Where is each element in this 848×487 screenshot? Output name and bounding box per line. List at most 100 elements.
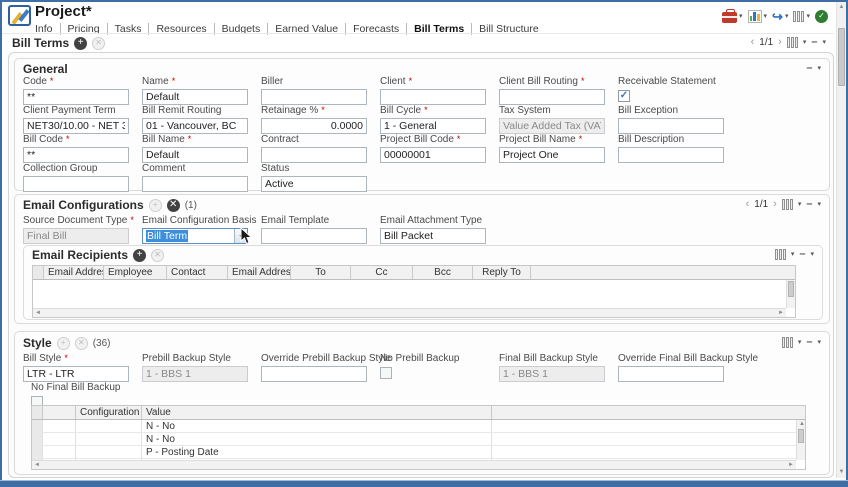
email-recipients-vertical-scrollbar[interactable] — [786, 280, 795, 308]
column-header-contact[interactable]: Contact — [167, 266, 228, 279]
column-header-to[interactable]: To — [291, 266, 351, 279]
scrollbar-thumb[interactable] — [798, 429, 804, 443]
add-style-button[interactable]: + — [57, 337, 70, 350]
scroll-right-icon[interactable]: ► — [776, 309, 786, 318]
collapse-icon[interactable]: – — [811, 37, 817, 48]
caret-down-icon[interactable]: ▾ — [798, 339, 802, 346]
email-configurations-section: Email Configurations + ✕ (1) ‹ 1/1 › ▾ –… — [14, 194, 830, 324]
delete-style-button[interactable]: ✕ — [75, 337, 88, 350]
scroll-right-icon[interactable]: ► — [786, 461, 796, 470]
override-prebill-backup-style-input[interactable] — [261, 366, 367, 382]
green-check-icon[interactable]: ✓ — [815, 10, 828, 23]
delete-email-recipient-button[interactable]: ✕ — [151, 249, 164, 262]
scrollbar-thumb[interactable] — [788, 281, 794, 297]
column-header-value[interactable]: Value — [142, 406, 492, 419]
column-header-email-address-type[interactable]: Email Address Type — [44, 266, 104, 279]
bill-code-input[interactable] — [23, 147, 129, 163]
biller-input[interactable] — [261, 89, 367, 105]
row-selector[interactable] — [32, 433, 43, 445]
project-bill-name-input[interactable] — [499, 147, 605, 163]
retainage-input[interactable] — [261, 118, 367, 134]
bill-cycle-input[interactable] — [380, 118, 486, 134]
column-header-cc[interactable]: Cc — [351, 266, 413, 279]
column-header-email-address[interactable]: Email Address — [228, 266, 291, 279]
receivable-statement-checkbox[interactable]: ✓ — [618, 90, 630, 102]
column-header-reply-to[interactable]: Reply To — [473, 266, 531, 279]
scroll-up-icon[interactable]: ▲ — [837, 3, 846, 12]
columns-icon[interactable] — [787, 37, 798, 48]
caret-down-icon[interactable]: ▾ — [798, 201, 802, 208]
column-header-employee[interactable]: Employee — [104, 266, 167, 279]
bill-remit-routing-input[interactable] — [142, 118, 248, 134]
comment-input[interactable] — [142, 176, 248, 192]
override-final-bill-backup-style-input[interactable] — [618, 366, 724, 382]
value-cell[interactable]: P - Posting Date — [142, 446, 492, 458]
name-input[interactable] — [142, 89, 248, 105]
collection-group-input[interactable] — [23, 176, 129, 192]
prev-page-icon[interactable]: ‹ — [746, 199, 750, 210]
style-grid-horizontal-scrollbar[interactable]: ◄ ► — [32, 460, 796, 469]
field-collection-group: Collection Group — [23, 163, 129, 192]
client-input[interactable] — [380, 89, 486, 105]
no-prebill-backup-checkbox[interactable] — [380, 367, 392, 379]
code-input[interactable] — [23, 89, 129, 105]
table-row[interactable]: N - No — [32, 433, 805, 446]
email-template-input[interactable] — [261, 228, 367, 244]
caret-down-icon[interactable]: ▾ — [817, 201, 821, 208]
add-email-configuration-button[interactable]: + — [149, 199, 162, 212]
collapse-icon[interactable]: – — [799, 249, 805, 260]
project-bill-code-input[interactable] — [380, 147, 486, 163]
bill-description-input[interactable] — [618, 147, 724, 163]
email-recipients-horizontal-scrollbar[interactable]: ◄ ► — [33, 308, 786, 317]
table-row[interactable]: P - Posting Date — [32, 446, 805, 459]
chart-menu[interactable]: ▾ — [748, 10, 768, 23]
row-selector[interactable] — [32, 420, 43, 432]
columns-icon[interactable] — [782, 337, 793, 348]
add-bill-term-button[interactable]: + — [74, 37, 87, 50]
caret-down-icon[interactable]: ▾ — [817, 339, 821, 346]
navigate-menu[interactable]: ↪ ▾ — [772, 10, 788, 23]
scroll-left-icon[interactable]: ◄ — [32, 461, 42, 470]
collapse-icon[interactable]: – — [806, 337, 812, 348]
caret-down-icon[interactable]: ▾ — [803, 39, 807, 46]
columns-menu[interactable]: ▾ — [793, 11, 810, 22]
columns-icon[interactable] — [775, 249, 786, 260]
delete-bill-term-button[interactable]: ✕ — [92, 37, 105, 50]
scroll-left-icon[interactable]: ◄ — [33, 309, 43, 318]
scrollbar-thumb[interactable] — [838, 28, 845, 86]
add-email-recipient-button[interactable]: + — [133, 249, 146, 262]
collapse-icon[interactable]: – — [806, 199, 812, 210]
collapse-icon[interactable]: – — [806, 63, 812, 74]
column-header-configuration[interactable]: Configuration — [76, 406, 142, 419]
page-scrollbar[interactable]: ▲ ▼ — [836, 2, 846, 478]
bill-exception-input[interactable] — [618, 118, 724, 134]
email-attachment-type-input[interactable] — [380, 228, 486, 244]
value-cell[interactable]: N - No — [142, 420, 492, 432]
email-configuration-basis-dropdown[interactable]: Bill Term ▾ — [142, 228, 248, 244]
prev-page-icon[interactable]: ‹ — [751, 37, 755, 48]
value-cell[interactable]: N - No — [142, 433, 492, 445]
client-bill-routing-input[interactable] — [499, 89, 605, 105]
contract-input[interactable] — [261, 147, 367, 163]
column-header-bcc[interactable]: Bcc — [413, 266, 473, 279]
scroll-up-icon[interactable]: ▲ — [797, 420, 806, 429]
toolbox-menu[interactable]: ▾ — [722, 9, 743, 23]
style-grid-vertical-scrollbar[interactable]: ▲ — [796, 420, 805, 460]
columns-icon[interactable] — [782, 199, 793, 210]
general-row-2: Client Payment Term Bill Remit Routing R… — [23, 105, 724, 134]
caret-down-icon[interactable]: ▾ — [810, 251, 814, 258]
status-input[interactable] — [261, 176, 367, 192]
bill-style-input[interactable] — [23, 366, 129, 382]
general-row-1: Code* Name* Biller Client* Client Bill R… — [23, 76, 724, 105]
caret-down-icon[interactable]: ▾ — [791, 251, 795, 258]
delete-email-configuration-button[interactable]: ✕ — [167, 199, 180, 212]
bill-name-input[interactable] — [142, 147, 248, 163]
caret-down-icon[interactable]: ▾ — [817, 65, 821, 72]
next-page-icon[interactable]: › — [773, 199, 777, 210]
scroll-down-icon[interactable]: ▼ — [837, 468, 846, 477]
client-payment-term-input[interactable] — [23, 118, 129, 134]
caret-down-icon[interactable]: ▾ — [822, 39, 826, 46]
row-selector[interactable] — [32, 446, 43, 458]
table-row[interactable]: N - No — [32, 420, 805, 433]
next-page-icon[interactable]: › — [778, 37, 782, 48]
